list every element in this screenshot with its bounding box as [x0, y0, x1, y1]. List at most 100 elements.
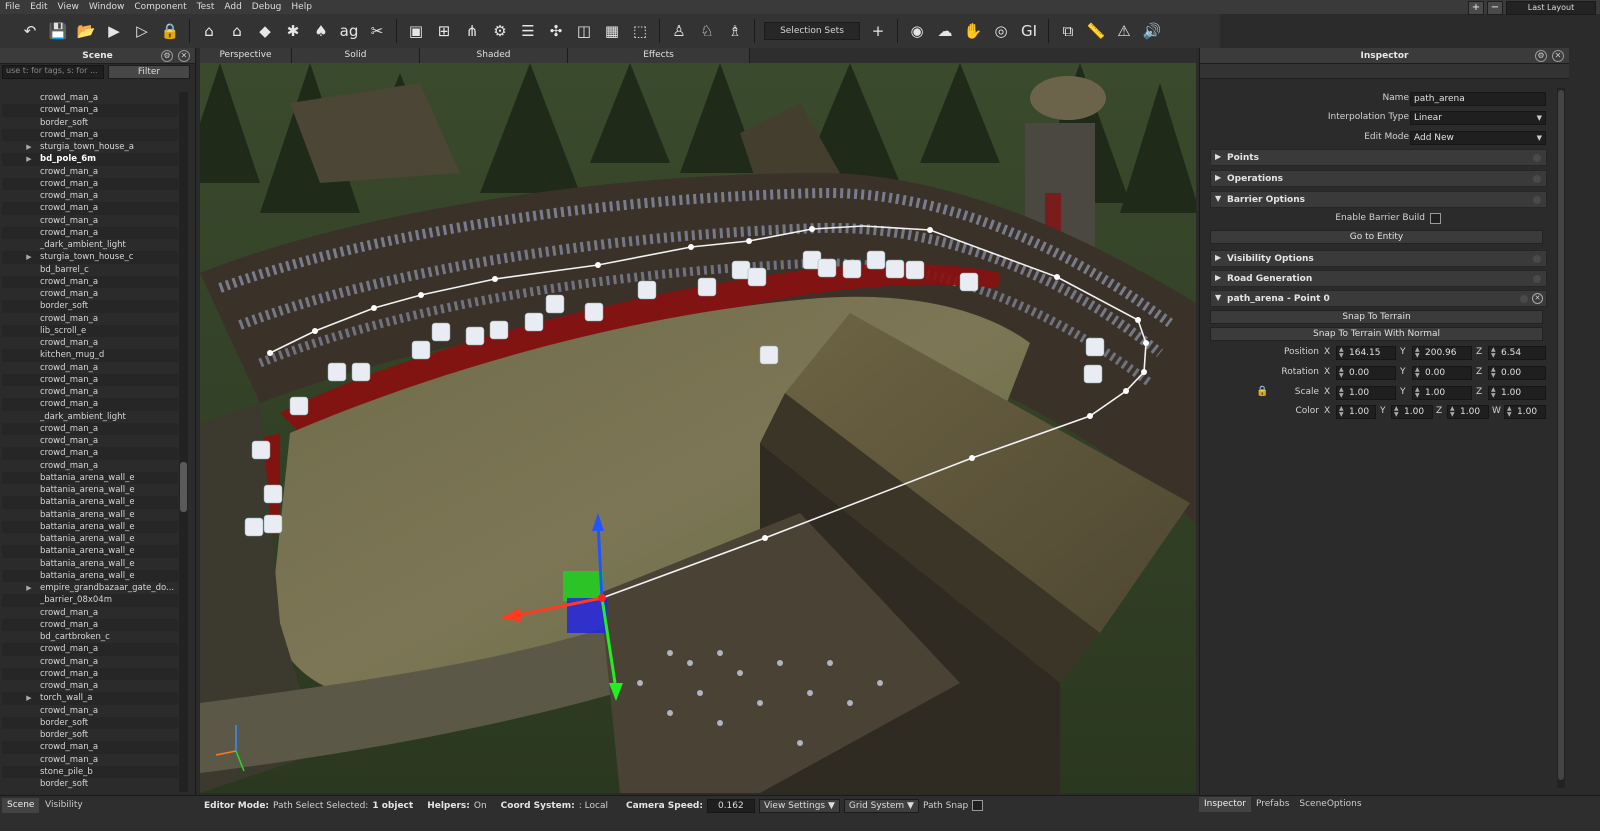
point0-section[interactable]: ▼ path_arena - Point 0 ✕ [1210, 290, 1547, 307]
operations-section[interactable]: ▶ Operations [1210, 170, 1547, 187]
tab-effects[interactable]: Effects [568, 48, 750, 63]
scene-list-item[interactable]: crowd_man_a [2, 275, 178, 288]
scene-list-item[interactable]: crowd_man_a [2, 422, 178, 435]
scene-search-input[interactable]: use t: for tags, s: for ... [2, 65, 104, 79]
scene-list-item[interactable]: crowd_man_a [2, 607, 178, 619]
tab-shaded[interactable]: Shaded [420, 48, 568, 63]
scene-list-item[interactable]: crowd_man_a [2, 667, 178, 680]
menu-debug[interactable]: Debug [247, 0, 287, 14]
scene-list-item[interactable]: border_soft [2, 729, 178, 741]
scene-list-item[interactable]: ▶ empire_grandbazaar_gate_do... [2, 582, 178, 594]
scene-list-item[interactable]: battania_arena_wall_e [2, 471, 178, 484]
rock-icon[interactable]: ◆ [253, 19, 277, 43]
color-y-field[interactable]: ▲ ▼ 1.00 [1391, 405, 1433, 419]
menu-window[interactable]: Window [84, 0, 130, 14]
play-icon[interactable]: ▶ [102, 19, 126, 43]
scene-list-item[interactable]: ▶ sturgia_town_house_a [2, 141, 178, 153]
hand-icon[interactable]: ✋ [961, 19, 985, 43]
tab-prefabs[interactable]: Prefabs [1251, 797, 1294, 812]
close-icon[interactable]: ✕ [178, 50, 190, 62]
person-arrow-icon[interactable]: ♗ [723, 19, 747, 43]
scene-list-item[interactable]: _dark_ambient_light [2, 411, 178, 423]
box-icon[interactable]: ◫ [572, 19, 596, 43]
menu-component[interactable]: Component [129, 0, 191, 14]
camera-layers-icon[interactable]: ◉ [905, 19, 929, 43]
menu-add[interactable]: Add [219, 0, 246, 14]
selection-sets-dropdown[interactable]: Selection Sets [764, 22, 860, 40]
scene-list-item[interactable]: crowd_man_a [2, 128, 178, 141]
camera-speed-field[interactable]: 0.162 [706, 798, 755, 813]
scene-list-item[interactable]: border_soft [2, 117, 178, 129]
scene-list-item[interactable]: bd_cartbroken_c [2, 631, 178, 643]
scene-list-item[interactable]: crowd_man_a [2, 618, 178, 631]
scene-list-item[interactable]: lib_scroll_e [2, 324, 178, 337]
scene-list-item[interactable]: crowd_man_a [2, 226, 178, 239]
remove-point-icon[interactable]: ✕ [1532, 293, 1543, 304]
inspector-scrollbar[interactable] [1557, 88, 1565, 788]
lock-icon[interactable]: 🔒 [158, 19, 182, 43]
points-section[interactable]: ▶ Points [1210, 149, 1547, 166]
scene-list-item[interactable]: crowd_man_a [2, 398, 178, 411]
scene-list-item[interactable]: crowd_man_a [2, 705, 178, 717]
chevron-right-icon[interactable]: ▶ [2, 253, 36, 261]
remove-layout-button[interactable]: − [1487, 1, 1503, 15]
text-ag-icon[interactable]: ag [337, 19, 361, 43]
scene-list-item[interactable]: crowd_man_a [2, 386, 178, 398]
sound-icon[interactable]: 🔊 [1140, 19, 1164, 43]
scene-list-item[interactable]: border_soft [2, 300, 178, 313]
scene-list-item[interactable]: crowd_man_a [2, 656, 178, 668]
ruler-icon[interactable]: 📏 [1084, 19, 1108, 43]
person-run-icon[interactable]: ♘ [695, 19, 719, 43]
viewport-3d[interactable] [200, 63, 1196, 793]
network-icon[interactable]: ✱ [281, 19, 305, 43]
scene-list-item[interactable]: ▶ sturgia_town_house_c [2, 251, 178, 264]
rotation-x-field[interactable]: ▲ ▼ 0.00 [1336, 366, 1396, 380]
scene-list-item[interactable]: ▶ bd_pole_6m [2, 153, 178, 166]
cloud-gear-icon[interactable]: ☁ [933, 19, 957, 43]
snap-to-terrain-button[interactable]: Snap To Terrain [1210, 310, 1543, 324]
scale-y-field[interactable]: ▲ ▼ 1.00 [1412, 386, 1472, 400]
interpolation-select[interactable]: Linear [1410, 111, 1546, 125]
scene-list-item[interactable]: crowd_man_a [2, 447, 178, 460]
menu-edit[interactable]: Edit [25, 0, 52, 14]
snap-to-terrain-normal-button[interactable]: Snap To Terrain With Normal [1210, 327, 1543, 341]
play-outline-icon[interactable]: ▷ [130, 19, 154, 43]
helpers-value[interactable]: On [474, 801, 487, 811]
scene-list-item[interactable]: border_soft [2, 778, 178, 790]
scene-list-item[interactable]: crowd_man_a [2, 177, 178, 190]
scale-z-field[interactable]: ▲ ▼ 1.00 [1488, 386, 1546, 400]
menu-test[interactable]: Test [192, 0, 220, 14]
gi-icon[interactable]: GI [1017, 19, 1041, 43]
scene-list-item[interactable]: border_soft [2, 716, 178, 729]
scene-list-item[interactable]: _barrier_08x04m [2, 594, 178, 607]
position-z-field[interactable]: ▲ ▼ 6.54 [1488, 346, 1546, 360]
rotation-z-field[interactable]: ▲ ▼ 0.00 [1488, 366, 1546, 380]
scene-list-item[interactable]: crowd_man_a [2, 373, 178, 386]
puzzle-icon[interactable]: ✣ [544, 19, 568, 43]
wireframe-box-icon[interactable]: ⬚ [628, 19, 652, 43]
position-y-field[interactable]: ▲ ▼ 200.96 [1412, 346, 1472, 360]
cube-link-icon[interactable]: ⧉ [1056, 19, 1080, 43]
chevron-right-icon[interactable]: ▶ [2, 584, 36, 592]
menu-file[interactable]: File [0, 0, 25, 14]
scene-list-item[interactable]: crowd_man_a [2, 435, 178, 447]
scene-list-item[interactable]: battania_arena_wall_e [2, 509, 178, 521]
settings-icon[interactable]: ⚙ [161, 50, 173, 62]
close-icon[interactable]: ✕ [1552, 50, 1564, 62]
settings-icon[interactable]: ⚙ [1535, 50, 1547, 62]
scene-list-item[interactable]: crowd_man_a [2, 337, 178, 349]
scene-list-item[interactable]: crowd_man_a [2, 362, 178, 374]
chevron-right-icon[interactable]: ▶ [2, 155, 36, 163]
chevron-right-icon[interactable]: ▶ [2, 694, 36, 702]
house-icon[interactable]: ⌂ [197, 19, 221, 43]
scene-list-item[interactable]: battania_arena_wall_e [2, 569, 178, 582]
scene-list-item[interactable]: battania_arena_wall_e [2, 533, 178, 545]
scene-scrollbar[interactable] [179, 92, 188, 792]
scene-list-item[interactable]: crowd_man_a [2, 104, 178, 117]
scene-list-item[interactable]: crowd_man_a [2, 190, 178, 202]
cube-settings-icon[interactable]: ⚙ [488, 19, 512, 43]
scene-list-item[interactable]: crowd_man_a [2, 288, 178, 300]
scene-list-item[interactable]: kitchen_mug_d [2, 349, 178, 362]
grid-box-icon[interactable]: ▦ [600, 19, 624, 43]
tab-scene-options[interactable]: SceneOptions [1294, 797, 1366, 812]
